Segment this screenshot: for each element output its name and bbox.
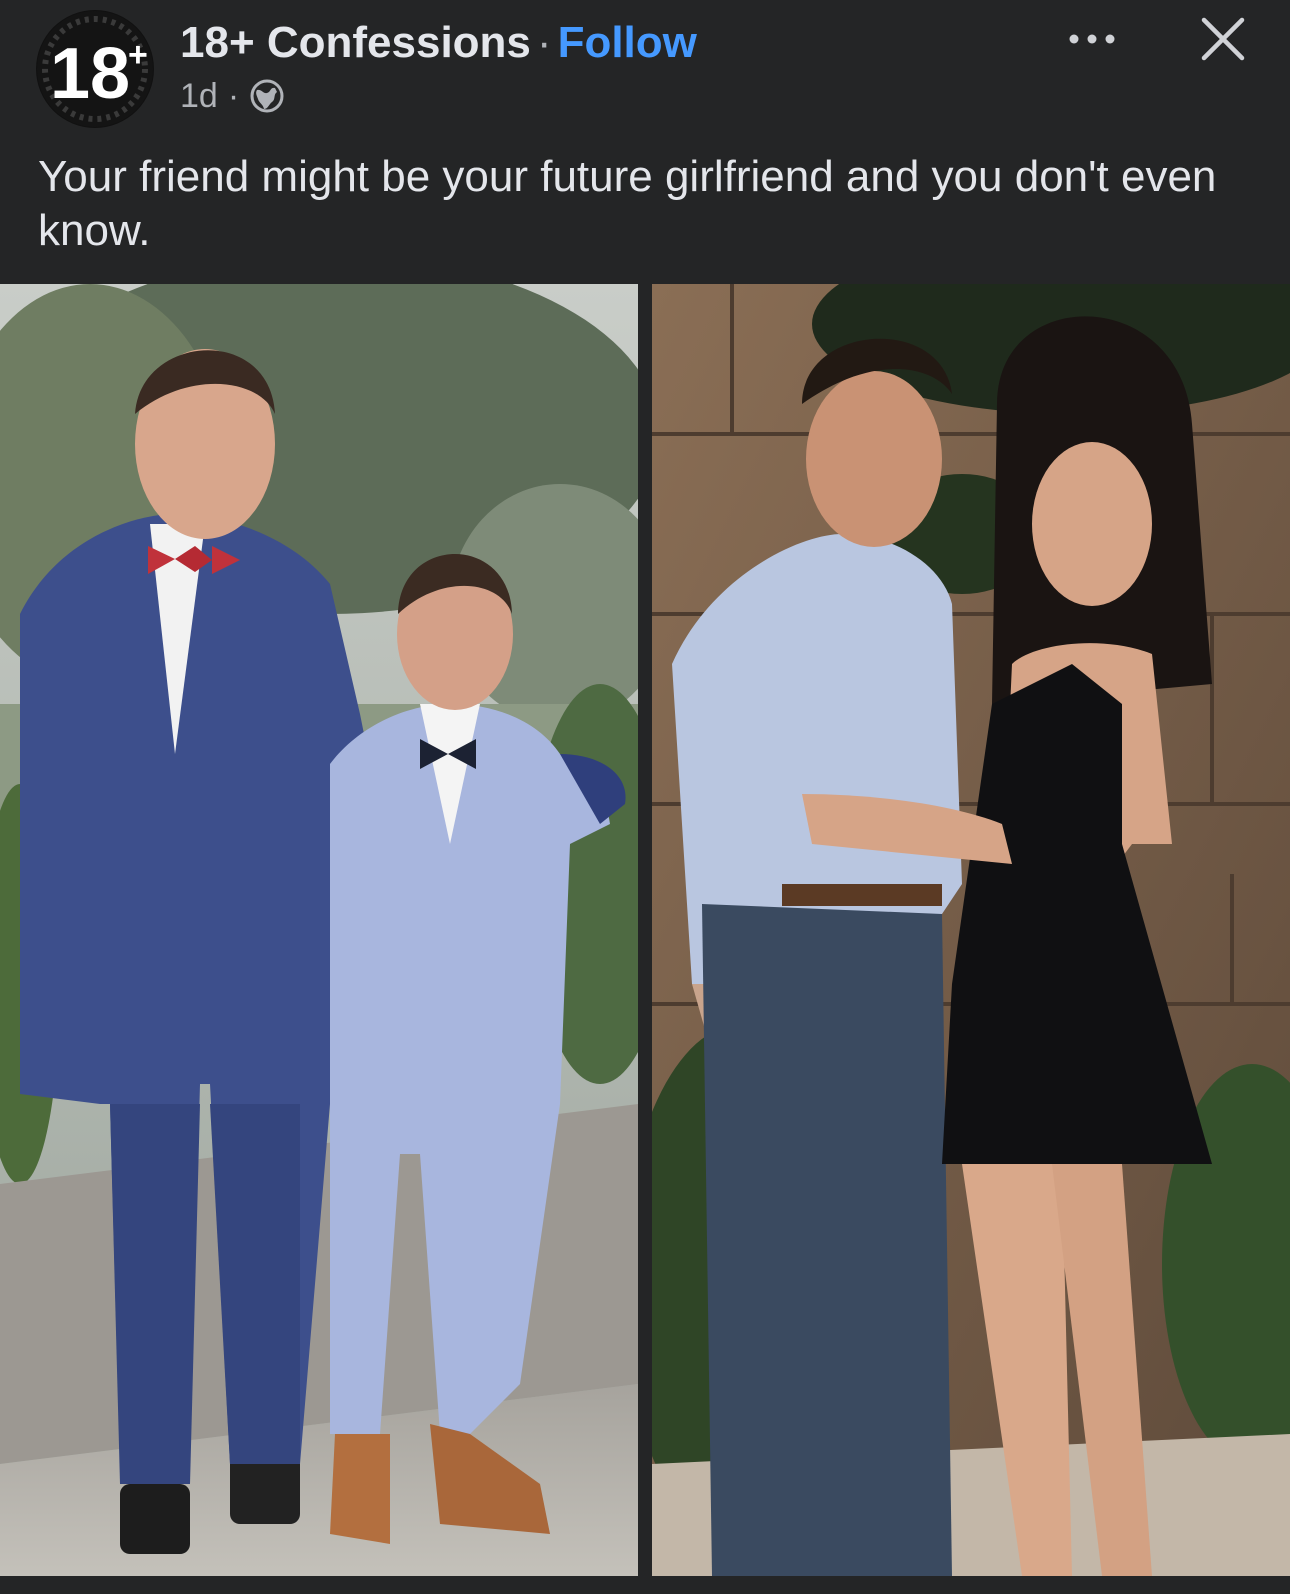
photo-then-image xyxy=(0,284,638,1576)
avatar-logo-plus: + xyxy=(128,36,148,74)
avatar-logo: 18 + xyxy=(37,11,153,127)
post-photo-right[interactable] xyxy=(652,284,1290,1576)
close-icon xyxy=(1201,17,1245,61)
follow-button[interactable]: Follow xyxy=(558,18,697,67)
avatar-logo-text: 18 xyxy=(50,34,130,114)
meta-separator: · xyxy=(227,76,240,115)
more-options-button[interactable] xyxy=(1062,22,1122,56)
post-photo-left[interactable] xyxy=(0,284,638,1576)
post-header: 18 + 18+ Confessions · Follow 1d · xyxy=(0,0,1290,140)
more-horizontal-icon xyxy=(1069,34,1115,44)
post-footer-edge xyxy=(0,1576,1290,1594)
photo-now-image xyxy=(652,284,1290,1576)
post-time[interactable]: 1d xyxy=(180,77,218,116)
globe-icon xyxy=(249,78,285,114)
page-avatar[interactable]: 18 + xyxy=(36,10,154,128)
page-name[interactable]: 18+ Confessions xyxy=(180,18,531,67)
post-meta: 1d · xyxy=(180,74,285,118)
page-name-line: 18+ Confessions · Follow xyxy=(180,14,697,72)
close-button[interactable] xyxy=(1198,14,1248,64)
post-caption: Your friend might be your future girlfri… xyxy=(38,152,1217,255)
post-card: 18 + 18+ Confessions · Follow 1d · Your … xyxy=(0,0,1290,1594)
name-separator: · xyxy=(536,18,552,67)
